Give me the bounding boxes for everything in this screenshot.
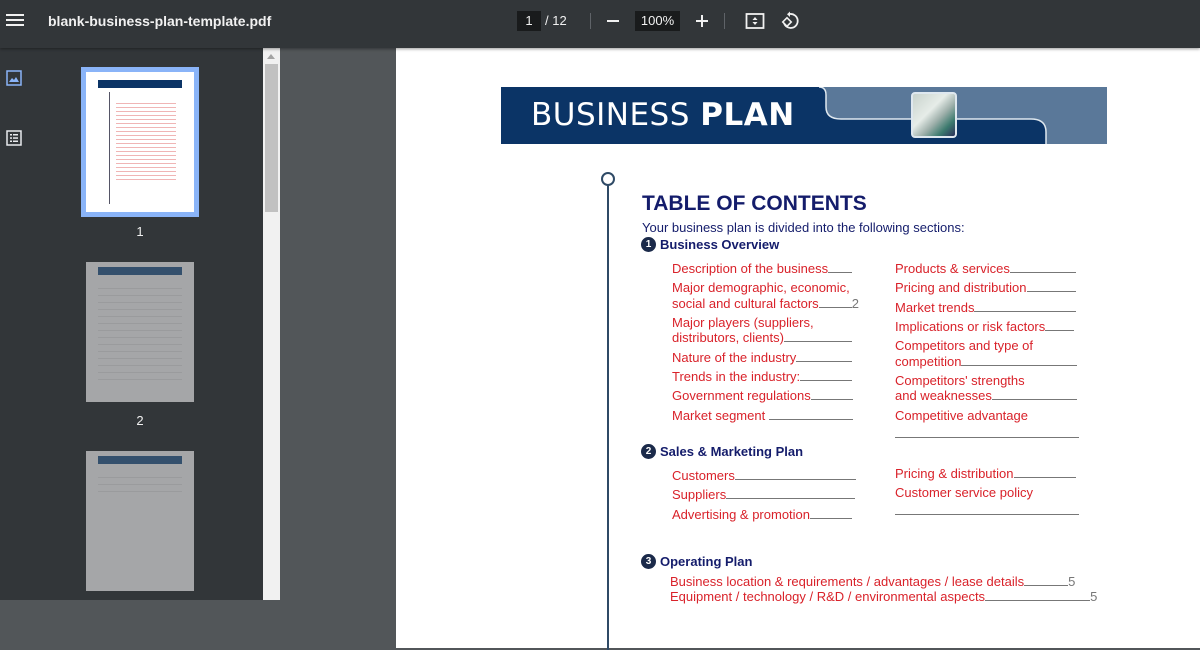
toc-item[interactable]: Advertising & promotion [672, 507, 853, 522]
page-thumbnail-2[interactable] [86, 262, 194, 402]
document-title: blank-business-plan-template.pdf [48, 13, 272, 29]
toc-item[interactable]: Major players (suppliers, [672, 315, 814, 330]
toc-item[interactable]: and weaknesses [895, 388, 1077, 403]
rotate-icon [781, 11, 799, 29]
section-number-icon: 3 [641, 554, 656, 569]
toc-item[interactable]: Products & services [895, 261, 1076, 276]
toc-item[interactable]: Description of the business [672, 261, 853, 276]
blank-line [895, 514, 1079, 515]
page-number-input[interactable]: 1 [517, 11, 541, 31]
scrollbar-thumb[interactable] [265, 64, 278, 212]
toc-item[interactable]: Competitors and type of [895, 338, 1033, 353]
toc-item[interactable]: Major demographic, economic, [672, 280, 850, 295]
fit-to-page-button[interactable] [744, 10, 766, 32]
toc-item[interactable]: Market trends [895, 300, 1077, 315]
section-title: Operating Plan [660, 554, 753, 569]
toc-item[interactable]: social and cultural factors 2 [672, 296, 859, 311]
thumbnail-content [116, 100, 176, 180]
timeline-knob-icon [601, 172, 615, 186]
toc-item[interactable]: Customer service policy [895, 485, 1033, 500]
fit-to-page-icon [745, 13, 765, 29]
blank-line [895, 437, 1079, 438]
toc-item[interactable]: Market segment [672, 408, 853, 423]
zoom-in-icon [696, 15, 708, 27]
toolbar-divider [724, 13, 725, 29]
toc-intro: Your business plan is divided into the f… [642, 220, 965, 235]
pdf-toolbar: blank-business-plan-template.pdf 1 / 12 … [0, 0, 1200, 48]
section-heading[interactable]: 3 Operating Plan [641, 554, 752, 569]
toc-title: TABLE OF CONTENTS [642, 192, 867, 215]
zoom-out-icon [607, 20, 619, 22]
thumbnail-view-button[interactable] [6, 70, 22, 86]
rotate-button[interactable] [779, 10, 801, 32]
page-thumbnail-3[interactable] [86, 451, 194, 591]
section-heading[interactable]: 1 Business Overview [641, 237, 779, 252]
toc-item[interactable]: distributors, clients) [672, 330, 852, 345]
toc-item[interactable]: Pricing & distribution [895, 466, 1076, 481]
section-heading[interactable]: 2 Sales & Marketing Plan [641, 444, 803, 459]
thumbnail-content [98, 471, 182, 495]
banner-title: BUSINESS PLAN [531, 97, 795, 133]
pdf-page: BUSINESS PLAN TABLE OF CONTENTS Your bus… [396, 48, 1200, 650]
people-photo-icon [911, 92, 957, 138]
thumbnail-banner [98, 80, 182, 88]
toc-item[interactable]: Suppliers [672, 487, 856, 502]
page-thumbnail-1[interactable] [81, 67, 199, 217]
page-total: / 12 [545, 13, 567, 28]
section-title: Business Overview [660, 237, 780, 252]
toc-item[interactable]: Customers [672, 468, 856, 483]
banner-title-light: BUSINESS [531, 97, 701, 133]
outline-view-button[interactable] [6, 130, 22, 146]
section-number-icon: 2 [641, 444, 656, 459]
zoom-level-input[interactable]: 100% [635, 11, 680, 31]
thumbnail-sidebar: 1 2 [0, 48, 263, 600]
toc-item[interactable]: Competitive advantage [895, 408, 1028, 423]
toc-item[interactable]: Implications or risk factors [895, 319, 1075, 334]
thumbnail-label: 2 [136, 413, 144, 428]
toc-item[interactable]: competition [895, 354, 1078, 369]
toc-item[interactable]: Equipment / technology / R&D / environme… [670, 589, 1097, 604]
zoom-in-button[interactable] [691, 10, 713, 32]
toc-item[interactable]: Government regulations [672, 388, 853, 403]
business-plan-banner: BUSINESS PLAN [501, 87, 1107, 144]
thumbnail-view-icon [6, 70, 22, 86]
thumbnail-content [98, 282, 182, 382]
outline-view-icon [6, 130, 22, 146]
toc-item[interactable]: Competitors' strengths [895, 373, 1025, 388]
thumbnail-label: 1 [136, 224, 144, 239]
banner-title-bold: PLAN [700, 97, 795, 133]
section-title: Sales & Marketing Plan [660, 444, 804, 459]
menu-icon[interactable] [6, 12, 24, 30]
toc-item[interactable]: Trends in the industry: [672, 369, 853, 384]
toc-item[interactable]: Pricing and distribution [895, 280, 1076, 295]
zoom-out-button[interactable] [602, 10, 624, 32]
thumbnail-timeline [109, 92, 110, 204]
toolbar-divider [590, 13, 591, 29]
thumbnail-banner [98, 267, 182, 275]
sidebar-scrollbar[interactable] [263, 48, 280, 600]
scroll-up-arrow-icon[interactable] [267, 54, 275, 59]
timeline-line [607, 180, 609, 650]
section-number-icon: 1 [641, 237, 656, 252]
toc-item[interactable]: Nature of the industry [672, 350, 853, 365]
thumbnail-banner [98, 456, 182, 464]
toc-item[interactable]: Business location & requirements / advan… [670, 574, 1075, 589]
